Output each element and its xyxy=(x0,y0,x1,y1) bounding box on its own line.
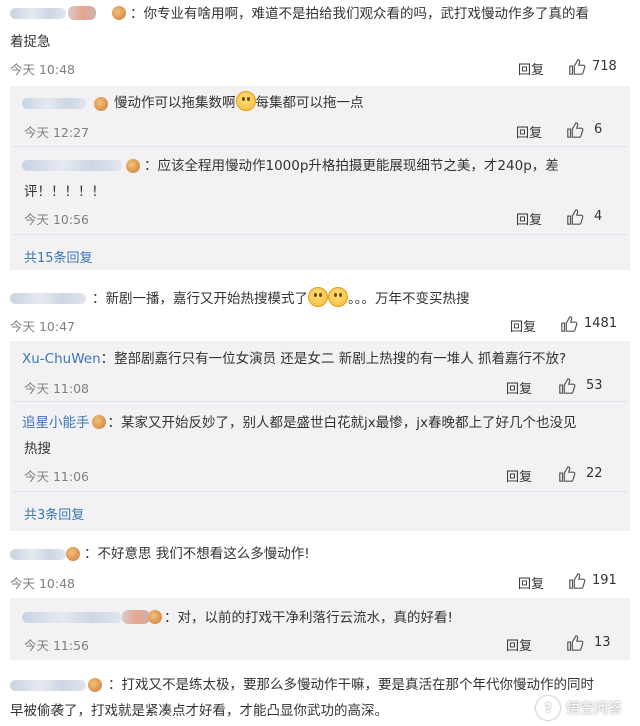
user-badge-icon xyxy=(68,6,96,20)
sub-reply-text-continued: 评！！！！！ xyxy=(24,184,105,200)
sub-reply-text: Xu-ChuWen：整部剧嘉行只有一位女演员 还是女二 新剧上热搜的有一堆人 抓… xyxy=(22,345,622,373)
vip-badge-icon xyxy=(88,678,102,692)
smile-emoji-icon xyxy=(328,287,348,307)
blurred-username[interactable] xyxy=(10,8,66,19)
vip-badge-icon xyxy=(66,547,80,561)
sub-reply-text-part: 慢动作可以拖集数啊 xyxy=(114,95,236,111)
like-thumb-icon[interactable] xyxy=(568,58,586,76)
reply-panel: 慢动作可以拖集数啊 每集都可以拖一点 今天 12:27 回复 6 ：应该全程用慢动… xyxy=(10,86,630,270)
comment-time: 今天 10:48 xyxy=(10,576,75,591)
reply-button[interactable]: 回复 xyxy=(518,573,544,592)
sub-reply-time: 今天 11:56 xyxy=(24,638,89,653)
like-thumb-icon[interactable] xyxy=(568,572,586,590)
blurred-username[interactable] xyxy=(22,98,86,109)
reply-button[interactable]: 回复 xyxy=(516,209,542,228)
reply-button[interactable]: 回复 xyxy=(506,635,532,654)
more-replies-link[interactable]: 共15条回复 xyxy=(24,247,93,266)
fire-badge-icon xyxy=(91,415,106,429)
like-count: 22 xyxy=(586,466,603,481)
reply-panel: ：对，以前的打戏干净利落行云流水，真的好看! 今天 11:56 回复 13 xyxy=(10,598,630,660)
sub-reply-time: 今天 10:56 xyxy=(24,212,89,227)
sub-reply-time: 今天 12:27 xyxy=(24,125,89,140)
comment-time: 今天 10:47 xyxy=(10,319,75,334)
comment-text: ：打戏又不是练太极，要那么多慢动作干嘛，要是真活在那个年代你慢动作的同时 xyxy=(108,677,594,693)
smile-emoji-icon xyxy=(308,287,328,307)
sub-reply-text: ：对，以前的打戏干净利落行云流水，真的好看! xyxy=(164,610,453,626)
sub-reply-time: 今天 11:06 xyxy=(24,469,89,484)
like-thumb-icon[interactable] xyxy=(560,315,578,333)
like-thumb-icon[interactable] xyxy=(566,208,584,226)
like-count: 191 xyxy=(592,573,617,588)
vip-badge-icon xyxy=(148,610,162,624)
sub-reply-username[interactable]: Xu-ChuWen xyxy=(22,351,101,367)
reply-button[interactable]: 回复 xyxy=(510,316,536,335)
question-answer-icon: ? xyxy=(536,696,560,720)
divider xyxy=(12,234,628,235)
comment-time: 今天 10:48 xyxy=(10,62,75,77)
sub-reply-text-part: ：某家又开始反妙了，别人都是盛世白花就jx最惨，jx春晚都上了好几个也没见 xyxy=(107,415,577,431)
sub-reply-text: 追星小能手 ：某家又开始反妙了，别人都是盛世白花就jx最惨，jx春晚都上了好几个也… xyxy=(22,409,622,437)
watermark: ? 悟空问答 xyxy=(536,696,622,720)
blurred-username[interactable] xyxy=(10,549,66,560)
sub-reply-text: ：应该全程用慢动作1000p升格拍摄更能展现细节之美，才240p，差 xyxy=(144,158,559,174)
reply-button[interactable]: 回复 xyxy=(506,378,532,397)
sub-reply-text: 慢动作可以拖集数啊 每集都可以拖一点 xyxy=(114,89,594,117)
sub-reply-username[interactable]: 追星小能手 xyxy=(22,415,90,431)
comment-text: ：你专业有啥用啊，难道不是拍给我们观众看的吗，武打戏慢动作多了真的看 xyxy=(130,6,589,22)
like-count: 6 xyxy=(594,122,603,137)
reply-button[interactable]: 回复 xyxy=(506,466,532,485)
smile-emoji-icon xyxy=(235,91,256,111)
like-thumb-icon[interactable] xyxy=(566,121,584,139)
vip-badge-icon xyxy=(112,6,126,20)
divider xyxy=(12,491,628,492)
comment-text: ：新剧一播，嘉行又开始热搜模式了 。。。万年不变买热搜 xyxy=(92,285,632,313)
blurred-username[interactable] xyxy=(22,160,122,171)
like-count: 13 xyxy=(594,635,611,650)
sub-reply-text-part: ：整部剧嘉行只有一位女演员 还是女二 新剧上热搜的有一堆人 抓着嘉行不放? xyxy=(100,351,567,367)
comment-text-part: 。。。万年不变买热搜 xyxy=(348,291,470,307)
like-thumb-icon[interactable] xyxy=(558,465,576,483)
like-count: 53 xyxy=(586,378,603,393)
sub-reply-text-continued: 热搜 xyxy=(24,441,51,457)
divider xyxy=(12,146,628,147)
comment-text-continued: 着捉急 xyxy=(10,34,51,50)
divider xyxy=(12,401,628,402)
blurred-username[interactable] xyxy=(10,680,86,691)
like-thumb-icon[interactable] xyxy=(558,377,576,395)
reply-button[interactable]: 回复 xyxy=(518,59,544,78)
sub-reply-text-part: 每集都可以拖一点 xyxy=(255,95,364,111)
like-count: 4 xyxy=(594,209,603,224)
reply-button[interactable]: 回复 xyxy=(516,122,542,141)
vip-badge-icon xyxy=(94,97,108,111)
comment-text: ：不好意思 我们不想看这么多慢动作! xyxy=(84,546,310,562)
comment-text-part: ：新剧一播，嘉行又开始热搜模式了 xyxy=(92,291,308,307)
like-count: 718 xyxy=(592,59,617,74)
reply-panel: Xu-ChuWen：整部剧嘉行只有一位女演员 还是女二 新剧上热搜的有一堆人 抓… xyxy=(10,341,630,531)
vip-badge-icon xyxy=(126,159,140,173)
user-badge-icon xyxy=(122,610,150,624)
blurred-username[interactable] xyxy=(22,612,122,623)
blurred-username[interactable] xyxy=(10,293,86,304)
sub-reply-time: 今天 11:08 xyxy=(24,381,89,396)
like-thumb-icon[interactable] xyxy=(566,634,584,652)
watermark-label: 悟空问答 xyxy=(566,701,622,717)
more-replies-link[interactable]: 共3条回复 xyxy=(24,504,84,523)
like-count: 1481 xyxy=(584,316,618,331)
